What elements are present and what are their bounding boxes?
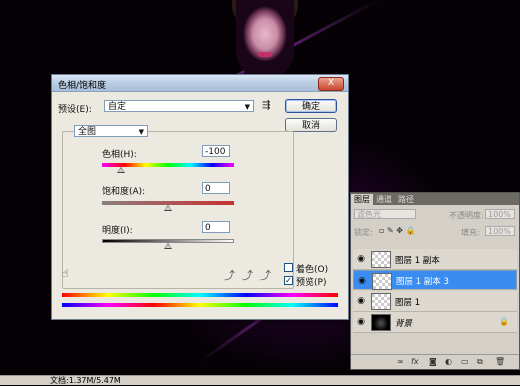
hand-adjust-icon[interactable]: ☝ (62, 267, 69, 280)
chevron-down-icon: ▼ (138, 128, 144, 136)
model-lips (258, 52, 272, 57)
hue-input[interactable]: -100 (202, 145, 230, 157)
preview-checkbox[interactable]: ✓ (284, 276, 293, 285)
hue-saturation-dialog: 色相/饱和度 X 预设(E): 自定 ▼ ⇶ 确定 取消 全图 ▼ 色相(H):… (51, 74, 349, 320)
lightness-slider-thumb[interactable] (164, 243, 172, 249)
lightness-label: 明度(I): (102, 226, 133, 236)
layer-row[interactable]: ◉ 图层 1 副本 3 (353, 270, 517, 290)
tab-layers[interactable]: 图层 (351, 194, 373, 205)
colorize-label: 着色(O) (296, 265, 329, 275)
model-face (236, 0, 294, 80)
opacity-input[interactable]: 100% (485, 209, 515, 219)
layer-name: 图层 1 副本 3 (396, 277, 449, 287)
layer-thumbnail (371, 251, 391, 268)
trash-icon[interactable]: 🗑 (495, 357, 505, 366)
cancel-button[interactable]: 取消 (285, 118, 337, 132)
layer-thumbnail (371, 314, 391, 331)
layer-row[interactable]: ◉ 图层 1 (353, 291, 517, 312)
lock-label: 锁定: (354, 228, 373, 237)
eyedropper-minus-icon[interactable]: ⤴ (260, 267, 271, 283)
layer-name: 图层 1 (395, 298, 421, 308)
source-color-ramp (62, 293, 338, 297)
layer-name: 背景 (395, 319, 413, 329)
fill-label: 填充: (461, 228, 480, 237)
saturation-input[interactable]: 0 (202, 182, 230, 194)
preview-label: 预览(P) (296, 278, 327, 288)
layer-name: 图层 1 副本 (395, 256, 440, 266)
new-layer-icon[interactable]: ⧉ (477, 357, 483, 367)
preset-label: 预设(E): (58, 105, 92, 115)
fill-input[interactable]: 100% (485, 226, 515, 236)
layer-thumbnail (372, 273, 392, 290)
preset-select[interactable]: 自定 ▼ (104, 100, 254, 112)
tab-channels[interactable]: 通道 (373, 194, 395, 205)
tab-paths[interactable]: 路径 (395, 194, 417, 205)
layers-panel: 图层 通道 路径 滤色光 不透明度: 100% 锁定: ▫ ✎ ✥ 🔒 填充: … (350, 192, 520, 370)
preset-value: 自定 (108, 102, 127, 112)
channel-select[interactable]: 全图 ▼ (74, 125, 148, 137)
mask-icon[interactable]: ◙ (429, 357, 437, 366)
layer-row[interactable]: ◉ 图层 1 副本 (353, 249, 517, 270)
link-icon[interactable]: ∞ (397, 357, 404, 366)
lock-icons[interactable]: ▫ ✎ ✥ 🔒 (379, 226, 415, 235)
lock-icon: 🔒 (499, 317, 509, 326)
colorize-checkbox[interactable] (284, 263, 293, 272)
doc-size-info: 文档:1.37M/5.47M (50, 376, 121, 385)
saturation-label: 饱和度(A): (102, 187, 146, 197)
panel-footer: ∞ fx ◙ ◐ ▭ ⧉ 🗑 (351, 354, 519, 369)
fx-icon[interactable]: fx (411, 357, 419, 366)
eye-icon[interactable]: ◉ (355, 317, 367, 327)
layer-thumbnail (371, 293, 391, 310)
ok-button[interactable]: 确定 (285, 99, 337, 113)
layer-row[interactable]: ◉ 背景 🔒 (353, 312, 517, 333)
close-button[interactable]: X (318, 77, 344, 91)
dialog-titlebar[interactable]: 色相/饱和度 X (52, 75, 348, 92)
saturation-slider-thumb[interactable] (164, 205, 172, 211)
eyedropper-icon[interactable]: ⤴ (224, 267, 235, 283)
dialog-title: 色相/饱和度 (58, 81, 107, 91)
adjustment-group (62, 131, 294, 289)
eye-icon[interactable]: ◉ (355, 296, 367, 306)
eyedropper-plus-icon[interactable]: ⤴ (242, 267, 253, 283)
eye-icon[interactable]: ◉ (356, 276, 368, 286)
lightness-input[interactable]: 0 (202, 221, 230, 233)
eye-icon[interactable]: ◉ (355, 254, 367, 264)
hue-slider-thumb[interactable] (117, 167, 125, 173)
panel-tabs: 图层 通道 路径 (351, 193, 519, 205)
preset-options-icon[interactable]: ⇶ (262, 100, 270, 111)
blend-mode-select[interactable]: 滤色光 (354, 209, 416, 219)
folder-icon[interactable]: ▭ (461, 357, 469, 366)
chevron-down-icon: ▼ (244, 103, 250, 111)
opacity-label: 不透明度: (449, 211, 484, 220)
hue-label: 色相(H): (102, 150, 137, 160)
adjustment-icon[interactable]: ◐ (445, 357, 452, 366)
result-color-ramp (62, 303, 338, 307)
channel-value: 全图 (78, 127, 97, 137)
